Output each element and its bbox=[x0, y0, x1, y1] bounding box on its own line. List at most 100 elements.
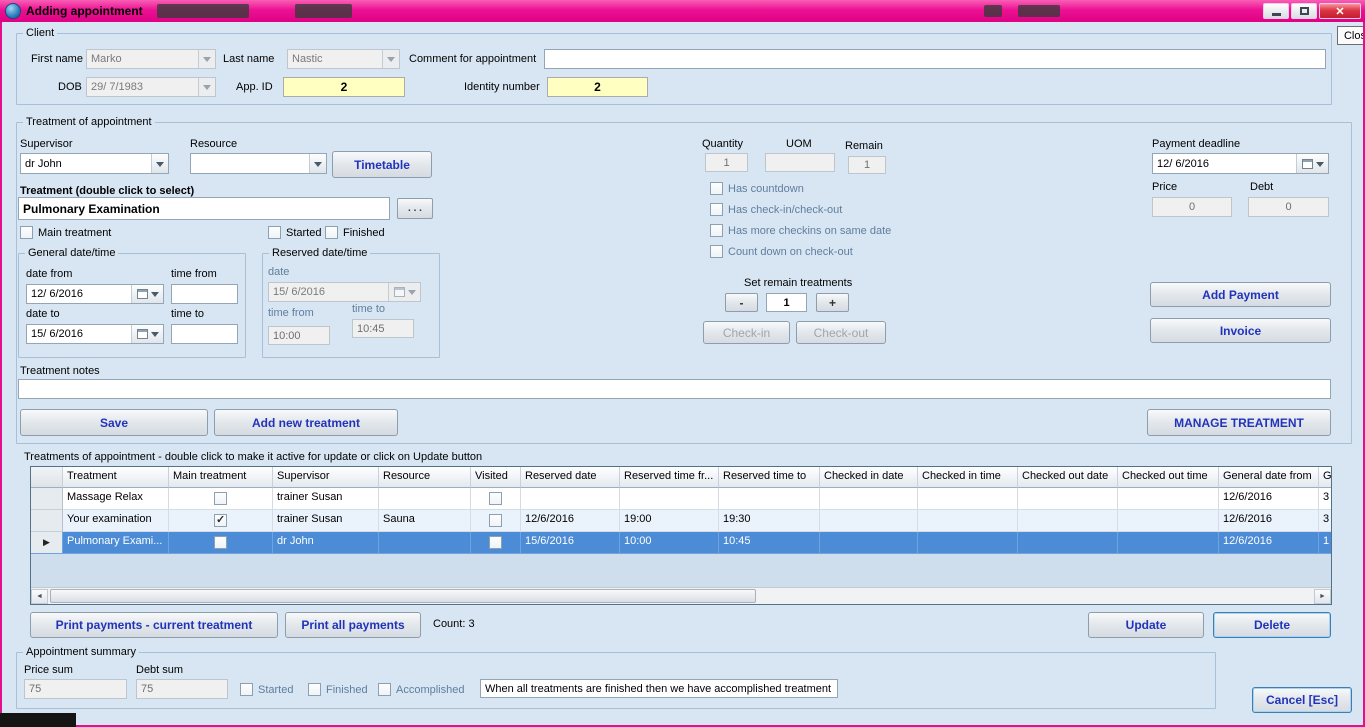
grid-cell-checked-out-time[interactable] bbox=[1118, 510, 1219, 532]
remain-field[interactable]: 1 bbox=[848, 156, 886, 174]
grid-cell-reserved-time-from[interactable] bbox=[620, 488, 719, 510]
grid-cell-treatment[interactable]: Your examination bbox=[63, 510, 169, 532]
grid-cell-visited[interactable] bbox=[471, 488, 521, 510]
reserved-date-picker[interactable]: 15/ 6/2016 bbox=[268, 282, 421, 302]
save-button[interactable]: Save bbox=[20, 409, 208, 436]
summary-finished-checkbox[interactable] bbox=[308, 683, 321, 696]
grid-cell-reserved-date[interactable] bbox=[521, 488, 620, 510]
grid-column-header[interactable]: Reserved date bbox=[521, 467, 620, 488]
check-in-button[interactable]: Check-in bbox=[703, 321, 790, 344]
grid-column-header[interactable]: Resource bbox=[379, 467, 471, 488]
grid-cell-checked-in-date[interactable] bbox=[820, 532, 918, 554]
chevron-down-icon[interactable] bbox=[198, 50, 215, 68]
add-new-treatment-button[interactable]: Add new treatment bbox=[214, 409, 398, 436]
grid-cell-clipped[interactable]: 1 bbox=[1319, 532, 1331, 554]
invoice-button[interactable]: Invoice bbox=[1150, 318, 1331, 343]
grid-cell-checked-out-date[interactable] bbox=[1018, 510, 1118, 532]
calendar-icon[interactable] bbox=[1296, 154, 1328, 173]
grid-column-header[interactable]: Checked in date bbox=[820, 467, 918, 488]
has-more-checkins-checkbox[interactable] bbox=[710, 224, 723, 237]
grid-cell-reserved-time-from[interactable]: 19:00 bbox=[620, 510, 719, 532]
row-selector[interactable] bbox=[31, 488, 63, 510]
quantity-field[interactable]: 1 bbox=[705, 153, 748, 172]
timetable-button[interactable]: Timetable bbox=[332, 151, 432, 178]
scrollbar-thumb[interactable] bbox=[50, 589, 756, 603]
chevron-down-icon[interactable] bbox=[309, 154, 326, 173]
update-button[interactable]: Update bbox=[1088, 612, 1204, 638]
grid-cell-reserved-time-to[interactable]: 10:45 bbox=[719, 532, 820, 554]
grid-cell-main-treatment[interactable] bbox=[169, 488, 273, 510]
visited-cell-checkbox[interactable] bbox=[489, 514, 502, 527]
grid-cell-main-treatment[interactable] bbox=[169, 532, 273, 554]
main-treatment-cell-checkbox[interactable] bbox=[214, 536, 227, 549]
grid-cell-reserved-time-to[interactable] bbox=[719, 488, 820, 510]
grid-cell-reserved-date[interactable]: 15/6/2016 bbox=[521, 532, 620, 554]
resource-combobox[interactable] bbox=[190, 153, 327, 174]
calendar-icon[interactable] bbox=[131, 325, 163, 343]
has-checkin-checkout-checkbox[interactable] bbox=[710, 203, 723, 216]
grid-row[interactable]: Massage Relax trainer Susan 12/6/2016 3 bbox=[31, 488, 1331, 510]
grid-cell-main-treatment[interactable] bbox=[169, 510, 273, 532]
started-checkbox[interactable] bbox=[268, 226, 281, 239]
grid-cell-checked-in-time[interactable] bbox=[918, 488, 1018, 510]
grid-cell-checked-out-date[interactable] bbox=[1018, 488, 1118, 510]
grid-cell-resource[interactable] bbox=[379, 488, 471, 510]
reserved-time-from-input[interactable]: 10:00 bbox=[268, 326, 330, 345]
grid-row[interactable]: Your examination trainer SusanSauna 12/6/2… bbox=[31, 510, 1331, 532]
title-bar[interactable]: Adding appointment bbox=[0, 0, 1365, 22]
grid-column-header[interactable]: Treatment bbox=[63, 467, 169, 488]
delete-button[interactable]: Delete bbox=[1213, 612, 1331, 638]
treatments-grid[interactable]: Treatment Main treatment Supervisor Resourc… bbox=[30, 466, 1332, 605]
summary-started-checkbox[interactable] bbox=[240, 683, 253, 696]
grid-cell-checked-in-date[interactable] bbox=[820, 488, 918, 510]
chevron-down-icon[interactable] bbox=[151, 154, 168, 173]
main-treatment-checkbox[interactable] bbox=[20, 226, 33, 239]
date-to-picker[interactable]: 15/ 6/2016 bbox=[26, 324, 164, 344]
grid-cell-resource[interactable] bbox=[379, 532, 471, 554]
manage-treatment-button[interactable]: MANAGE TREATMENT bbox=[1147, 409, 1331, 436]
has-countdown-checkbox[interactable] bbox=[710, 182, 723, 195]
grid-cell-supervisor[interactable]: dr John bbox=[273, 532, 379, 554]
grid-cell-treatment[interactable]: Massage Relax bbox=[63, 488, 169, 510]
close-button[interactable]: Close bbox=[1337, 26, 1365, 45]
grid-row[interactable]: ▶ Pulmonary Exami... dr John 15/6/2016 10:00… bbox=[31, 532, 1331, 554]
scroll-left-icon[interactable]: ◄ bbox=[31, 589, 48, 604]
close-icon[interactable] bbox=[1319, 3, 1361, 19]
debt-sum-field[interactable]: 75 bbox=[136, 679, 228, 699]
first-name-combobox[interactable]: Marko bbox=[86, 49, 216, 69]
payment-deadline-picker[interactable]: 12/ 6/2016 bbox=[1152, 153, 1329, 174]
time-from-input[interactable] bbox=[171, 284, 238, 304]
add-payment-button[interactable]: Add Payment bbox=[1150, 282, 1331, 307]
grid-cell-visited[interactable] bbox=[471, 532, 521, 554]
chevron-down-icon[interactable] bbox=[198, 78, 215, 96]
print-all-payments-button[interactable]: Print all payments bbox=[285, 612, 421, 638]
main-treatment-cell-checkbox[interactable] bbox=[214, 492, 227, 505]
grid-cell-supervisor[interactable]: trainer Susan bbox=[273, 510, 379, 532]
grid-column-header[interactable]: Reserved time to bbox=[719, 467, 820, 488]
remain-plus-button[interactable]: + bbox=[816, 293, 849, 312]
last-name-combobox[interactable]: Nastic bbox=[287, 49, 400, 69]
grid-column-header[interactable]: Reserved time fr... bbox=[620, 467, 719, 488]
grid-cell-general-date-from[interactable]: 12/6/2016 bbox=[1219, 510, 1319, 532]
grid-column-header[interactable]: Main treatment bbox=[169, 467, 273, 488]
treatment-notes-input[interactable] bbox=[18, 379, 1331, 399]
app-id-field[interactable]: 2 bbox=[283, 77, 405, 97]
main-treatment-cell-checkbox[interactable] bbox=[214, 513, 227, 527]
calendar-icon[interactable] bbox=[131, 285, 163, 303]
identity-number-field[interactable]: 2 bbox=[547, 77, 648, 97]
grid-cell-checked-out-time[interactable] bbox=[1118, 488, 1219, 510]
visited-cell-checkbox[interactable] bbox=[489, 536, 502, 549]
grid-cell-general-date-from[interactable]: 12/6/2016 bbox=[1219, 532, 1319, 554]
comment-input[interactable] bbox=[544, 49, 1326, 69]
debt-field[interactable]: 0 bbox=[1248, 197, 1329, 217]
grid-cell-clipped[interactable]: 3 bbox=[1319, 510, 1331, 532]
grid-column-header[interactable]: G bbox=[1319, 467, 1331, 488]
cancel-button[interactable]: Cancel [Esc] bbox=[1252, 687, 1352, 713]
reserved-time-to-input[interactable]: 10:45 bbox=[352, 319, 414, 338]
grid-cell-checked-out-time[interactable] bbox=[1118, 532, 1219, 554]
grid-column-header[interactable]: Checked out date bbox=[1018, 467, 1118, 488]
grid-cell-visited[interactable] bbox=[471, 510, 521, 532]
maximize-icon[interactable] bbox=[1291, 3, 1317, 19]
time-to-input[interactable] bbox=[171, 324, 238, 344]
price-field[interactable]: 0 bbox=[1152, 197, 1232, 217]
